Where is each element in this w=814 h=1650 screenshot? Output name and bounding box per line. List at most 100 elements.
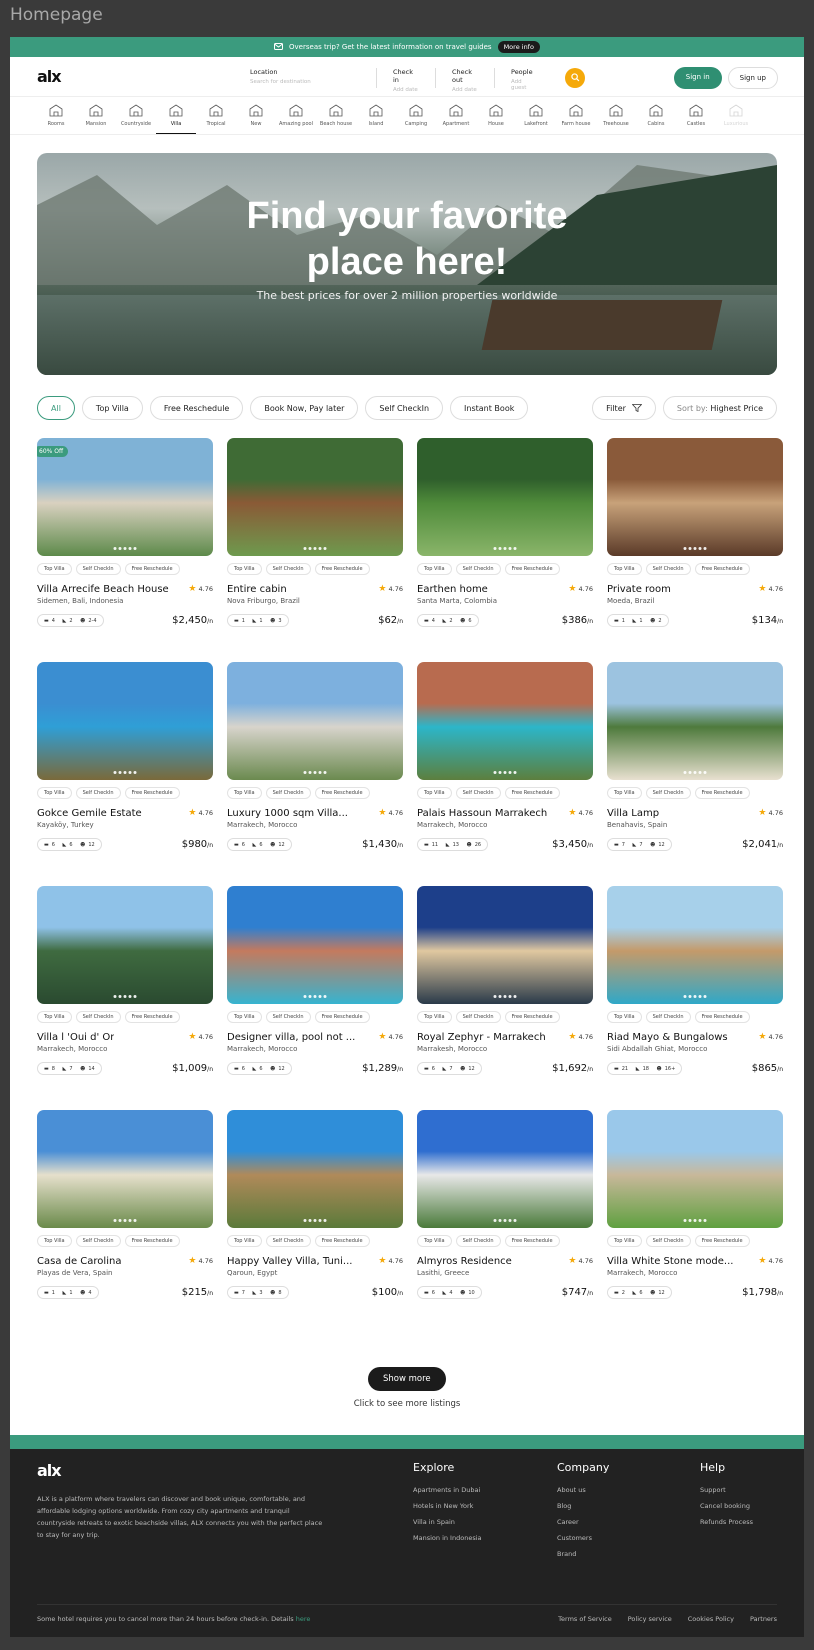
policy-link[interactable]: Policy service xyxy=(628,1615,672,1623)
listing-card[interactable]: Top Villa Self CheckIn Free Reschedule Vill… xyxy=(607,662,783,867)
footer-link[interactable]: Blog xyxy=(557,1502,609,1510)
carousel-dots[interactable] xyxy=(303,547,327,550)
listing-photo[interactable] xyxy=(37,662,213,780)
listing-card[interactable]: Top Villa Self CheckIn Free Reschedule Luxu… xyxy=(227,662,403,867)
category-luxurious[interactable]: Luxurious xyxy=(716,102,756,134)
sign-up-button[interactable]: Sign up xyxy=(727,67,778,89)
carousel-dots[interactable] xyxy=(493,771,517,774)
filter-button[interactable]: Filter xyxy=(592,396,656,420)
listing-photo[interactable] xyxy=(227,1110,403,1228)
filter-chip-instant-book[interactable]: Instant Book xyxy=(450,396,529,420)
listing-title[interactable]: Villa White Stone mode... xyxy=(607,1256,733,1268)
carousel-dots[interactable] xyxy=(493,547,517,550)
show-more-button[interactable]: Show more xyxy=(368,1367,446,1391)
carousel-dots[interactable] xyxy=(493,1219,517,1222)
category-island[interactable]: Island xyxy=(356,102,396,134)
footer-logo[interactable]: alx xyxy=(37,1461,62,1480)
listing-photo[interactable]: 60% Off xyxy=(37,438,213,556)
carousel-dots[interactable] xyxy=(683,995,707,998)
listing-photo[interactable] xyxy=(607,1110,783,1228)
listing-photo[interactable] xyxy=(607,438,783,556)
details-link[interactable]: here xyxy=(296,1615,311,1623)
category-treehouse[interactable]: Treehouse xyxy=(596,102,636,134)
sign-in-button[interactable]: Sign in xyxy=(673,67,722,89)
listing-title[interactable]: Casa de Carolina xyxy=(37,1256,121,1268)
carousel-dots[interactable] xyxy=(113,995,137,998)
partners-link[interactable]: Partners xyxy=(750,1615,777,1623)
carousel-dots[interactable] xyxy=(683,547,707,550)
category-amazing-pool[interactable]: Amazing pool xyxy=(276,102,316,134)
listing-title[interactable]: Villa Lamp xyxy=(607,808,659,820)
listing-card[interactable]: Top Villa Self CheckIn Free Reschedule Vill… xyxy=(607,1110,783,1315)
listing-title[interactable]: Gokce Gemile Estate xyxy=(37,808,142,820)
category-mansion[interactable]: Mansion xyxy=(76,102,116,134)
footer-link[interactable]: Apartments in Dubai xyxy=(413,1486,482,1494)
filter-chip-book-now-pay-later[interactable]: Book Now, Pay later xyxy=(250,396,359,420)
listing-title[interactable]: Palais Hassoun Marrakech xyxy=(417,808,547,820)
listing-card[interactable]: Top Villa Self CheckIn Free Reschedule Enti… xyxy=(227,438,403,643)
filter-chip-all[interactable]: All xyxy=(37,396,75,420)
footer-link[interactable]: Mansion in Indonesia xyxy=(413,1534,482,1542)
footer-link[interactable]: Support xyxy=(700,1486,753,1494)
carousel-dots[interactable] xyxy=(113,547,137,550)
footer-link[interactable]: Refunds Process xyxy=(700,1518,753,1526)
listing-card[interactable]: Top Villa Self CheckIn Free Reschedule Vill… xyxy=(37,886,213,1091)
listing-photo[interactable] xyxy=(607,662,783,780)
filter-chip-top-villa[interactable]: Top Villa xyxy=(81,396,143,420)
listing-photo[interactable] xyxy=(417,662,593,780)
listing-card[interactable]: 60% Off Top Villa Self CheckIn Free Resched… xyxy=(37,438,213,643)
listing-photo[interactable] xyxy=(417,1110,593,1228)
footer-link[interactable]: Career xyxy=(557,1518,609,1526)
listing-photo[interactable] xyxy=(37,886,213,1004)
listing-title[interactable]: Villa Arrecife Beach House xyxy=(37,584,169,596)
sort-dropdown[interactable]: Sort by: Highest Price xyxy=(662,396,777,420)
listing-card[interactable]: Top Villa Self CheckIn Free Reschedule Gokc… xyxy=(37,662,213,867)
category-new[interactable]: New xyxy=(236,102,276,134)
category-farm-house[interactable]: Farm house xyxy=(556,102,596,134)
listing-photo[interactable] xyxy=(227,886,403,1004)
filter-chip-free-reschedule[interactable]: Free Reschedule xyxy=(149,396,244,420)
listing-card[interactable]: Top Villa Self CheckIn Free Reschedule Desi… xyxy=(227,886,403,1091)
listing-card[interactable]: Top Villa Self CheckIn Free Reschedule Priv… xyxy=(607,438,783,643)
category-castles[interactable]: Castles xyxy=(676,102,716,134)
footer-link[interactable]: About us xyxy=(557,1486,609,1494)
carousel-dots[interactable] xyxy=(113,1219,137,1222)
category-beach-house[interactable]: Beach house xyxy=(316,102,356,134)
category-tropical[interactable]: Tropical xyxy=(196,102,236,134)
listing-title[interactable]: Luxury 1000 sqm Villa... xyxy=(227,808,348,820)
search-button[interactable] xyxy=(565,67,585,88)
listing-title[interactable]: Private room xyxy=(607,584,671,596)
more-info-button[interactable]: More info xyxy=(497,41,540,53)
listing-title[interactable]: Designer villa, pool not ... xyxy=(227,1032,355,1044)
category-camping[interactable]: Camping xyxy=(396,102,436,134)
listing-card[interactable]: Top Villa Self CheckIn Free Reschedule Almy… xyxy=(417,1110,593,1315)
listing-title[interactable]: Villa l 'Oui d' Or xyxy=(37,1032,114,1044)
listing-card[interactable]: Top Villa Self CheckIn Free Reschedule Eart… xyxy=(417,438,593,643)
footer-link[interactable]: Cancel booking xyxy=(700,1502,753,1510)
carousel-dots[interactable] xyxy=(683,1219,707,1222)
listing-photo[interactable] xyxy=(417,886,593,1004)
listing-photo[interactable] xyxy=(227,438,403,556)
listing-card[interactable]: Top Villa Self CheckIn Free Reschedule Pala… xyxy=(417,662,593,867)
category-villa[interactable]: Villa xyxy=(156,102,196,134)
location-field[interactable]: Location Search for destination xyxy=(246,67,377,88)
listing-card[interactable]: Top Villa Self CheckIn Free Reschedule Riad… xyxy=(607,886,783,1091)
carousel-dots[interactable] xyxy=(683,771,707,774)
listing-card[interactable]: Top Villa Self CheckIn Free Reschedule Casa… xyxy=(37,1110,213,1315)
footer-link[interactable]: Customers xyxy=(557,1534,609,1542)
footer-link[interactable]: Brand xyxy=(557,1550,609,1558)
footer-link[interactable]: Villa in Spain xyxy=(413,1518,482,1526)
people-field[interactable]: People Add guest xyxy=(507,68,553,91)
carousel-dots[interactable] xyxy=(303,1219,327,1222)
checkout-field[interactable]: Check out Add date xyxy=(448,67,495,93)
listing-photo[interactable] xyxy=(607,886,783,1004)
carousel-dots[interactable] xyxy=(303,995,327,998)
listing-title[interactable]: Earthen home xyxy=(417,584,488,596)
category-cabins[interactable]: Cabins xyxy=(636,102,676,134)
carousel-dots[interactable] xyxy=(303,771,327,774)
listing-photo[interactable] xyxy=(417,438,593,556)
category-apartment[interactable]: Apartment xyxy=(436,102,476,134)
listing-title[interactable]: Entire cabin xyxy=(227,584,287,596)
checkin-field[interactable]: Check in Add date xyxy=(389,67,436,93)
category-lakefront[interactable]: Lakefront xyxy=(516,102,556,134)
